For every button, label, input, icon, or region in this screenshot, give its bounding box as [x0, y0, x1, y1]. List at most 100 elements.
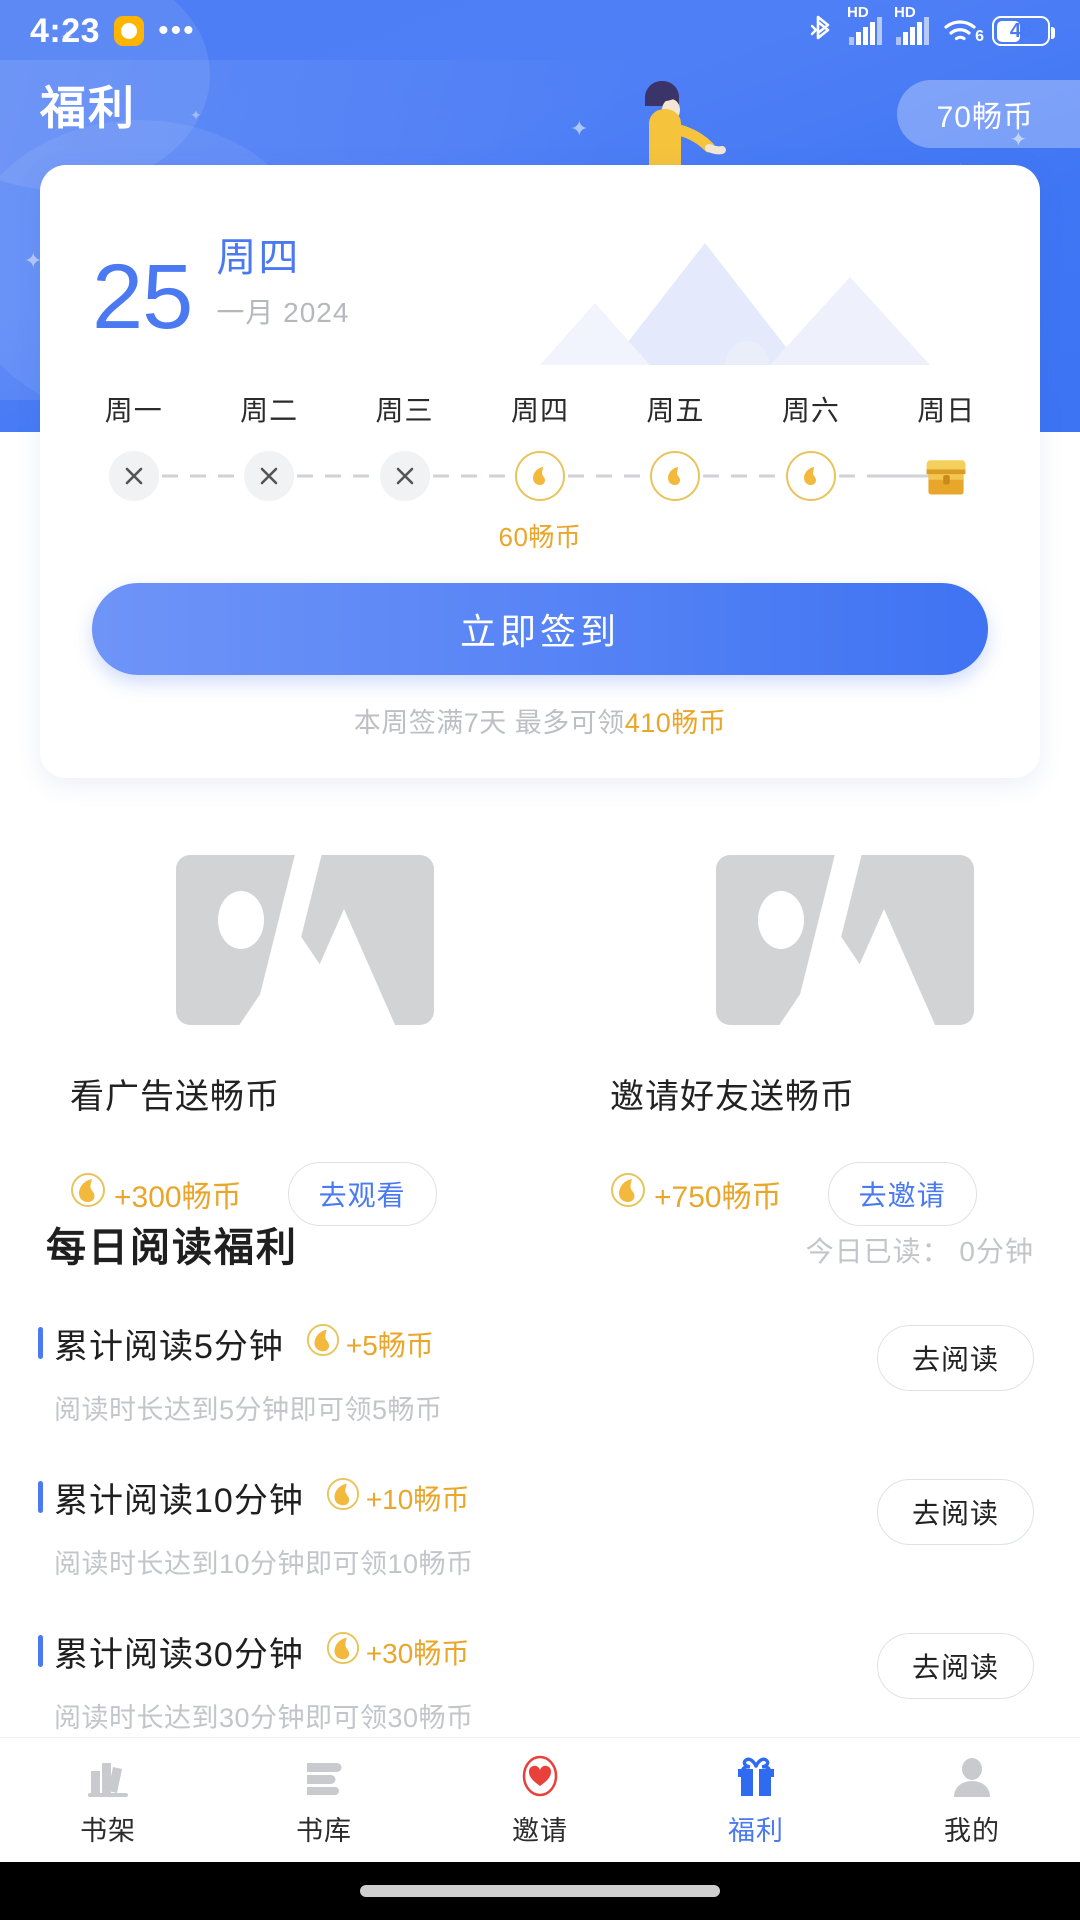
wifi-generation-label: 6	[975, 28, 984, 45]
status-bar-clock: 4:23	[30, 11, 101, 50]
accent-bar	[38, 1481, 43, 1513]
reading-task-head: 累计阅读30分钟 +30畅币	[54, 1627, 474, 1676]
coin-icon	[785, 451, 836, 501]
nav-label: 书库	[296, 1815, 352, 1846]
close-icon	[379, 451, 430, 501]
nav-item-bookshelf[interactable]: 书架	[0, 1753, 216, 1848]
week-day-cell[interactable]: 周日	[878, 389, 1014, 549]
date-weekday: 周四	[216, 236, 301, 280]
coin-balance-label: 70畅币	[936, 101, 1034, 134]
coin-balance-pill[interactable]: 70畅币	[896, 80, 1080, 148]
promo-title: 看广告送畅币	[70, 1078, 280, 1116]
week-day-reward: 60畅币	[498, 522, 582, 552]
week-day-label: 周五	[646, 395, 705, 426]
reading-task-button[interactable]: 去阅读	[876, 1325, 1034, 1391]
promo-reward-label: +750畅币	[654, 1181, 782, 1214]
daily-reading-section: 每日阅读福利 今日已读： 0分钟 累计阅读5分钟 +5畅币 阅读时长达到5分钟即…	[0, 1215, 1080, 1735]
accent-bar	[38, 1327, 43, 1359]
reading-task-info: 累计阅读10分钟 +10畅币 阅读时长达到10分钟即可领10畅币	[38, 1473, 474, 1581]
daily-progress-label: 今日已读： 0分钟	[805, 1236, 1034, 1267]
reading-task-button[interactable]: 去阅读	[876, 1633, 1034, 1699]
reading-task-name: 累计阅读10分钟	[54, 1482, 304, 1520]
reading-task-desc: 阅读时长达到30分钟即可领30畅币	[54, 1703, 474, 1733]
coin-icon	[514, 451, 565, 501]
home-indicator[interactable]	[360, 1885, 720, 1897]
reading-task-name: 累计阅读30分钟	[54, 1636, 304, 1674]
signin-button-label: 立即签到	[459, 611, 620, 652]
status-bar-left: 4:23 •••	[30, 12, 196, 51]
hd-signal-icon: HD	[894, 4, 930, 45]
date-detail: 周四 一月 2024	[216, 225, 349, 337]
promo-title: 邀请好友送畅币	[610, 1078, 855, 1116]
nav-item-profile[interactable]: 我的	[864, 1753, 1080, 1848]
date-month-year: 一月 2024	[216, 297, 350, 328]
image-placeholder-icon	[176, 855, 434, 1025]
week-day-icon-row	[66, 449, 270, 503]
reading-task-button-label: 去阅读	[911, 1652, 999, 1683]
week-day-cell[interactable]: 周三	[337, 389, 540, 549]
coin-icon	[610, 1172, 646, 1216]
promo-card-ad[interactable]: 看广告送畅币 +300畅币 去观看	[0, 855, 540, 1226]
heart-invite-icon	[517, 1753, 563, 1799]
signin-hint-highlight: 410畅币	[624, 708, 727, 738]
treasure-chest-icon	[921, 451, 971, 501]
coin-icon	[306, 1323, 340, 1364]
status-bar-right: HD HD 6 48	[810, 4, 1055, 47]
week-day-cell[interactable]: 周四 60畅币	[472, 389, 676, 552]
signin-button[interactable]: 立即签到	[92, 583, 988, 675]
reading-task-desc: 阅读时长达到5分钟即可领5畅币	[54, 1395, 443, 1425]
week-day-label: 周三	[375, 395, 434, 426]
nav-item-invite[interactable]: 邀请	[432, 1753, 648, 1848]
signin-hint-prefix: 本周签满7天 最多可领	[353, 708, 625, 738]
reading-task-desc: 阅读时长达到10分钟即可领10畅币	[54, 1549, 474, 1579]
reading-task-reward: +30畅币	[326, 1631, 470, 1672]
reading-task-button-label: 去阅读	[911, 1498, 999, 1529]
reading-task-name: 累计阅读5分钟	[54, 1328, 284, 1366]
gift-icon	[733, 1753, 779, 1799]
reading-task-head: 累计阅读10分钟 +10畅币	[54, 1473, 474, 1522]
coin-icon	[70, 1172, 106, 1216]
sparkle-icon: ✦	[570, 116, 589, 141]
sparkle-icon: ✦	[190, 107, 202, 123]
reading-task-button-label: 去阅读	[911, 1344, 999, 1375]
promo-row: 看广告送畅币 +300畅币 去观看 邀请好友送畅币 +750畅币 去邀请	[0, 855, 1080, 1226]
notification-badge-icon	[114, 16, 145, 46]
reading-task-info: 累计阅读5分钟 +5畅币 阅读时长达到5分钟即可领5畅币	[38, 1319, 443, 1427]
promo-action-label: 去观看	[318, 1180, 406, 1211]
ellipsis-icon: •••	[158, 14, 196, 47]
reading-task-row: 累计阅读5分钟 +5畅币 阅读时长达到5分钟即可领5畅币 去阅读	[0, 1273, 1080, 1427]
reading-task-reward: +10畅币	[326, 1477, 470, 1518]
date-block: 25 周四 一月 2024	[40, 165, 1040, 343]
accent-bar	[38, 1635, 43, 1667]
reading-task-reward-label: +30畅币	[365, 1637, 470, 1669]
battery-icon: 48	[992, 16, 1055, 46]
nav-item-library[interactable]: 书库	[216, 1753, 432, 1848]
image-placeholder-icon	[716, 855, 974, 1025]
reading-task-info: 累计阅读30分钟 +30畅币 阅读时长达到30分钟即可领30畅币	[38, 1627, 474, 1735]
week-day-label: 周二	[240, 395, 299, 426]
battery-level-label: 48	[1009, 19, 1033, 42]
nav-label: 福利	[728, 1815, 784, 1846]
week-day-icon-row	[878, 449, 1014, 503]
reading-task-reward-label: +5畅币	[345, 1329, 434, 1361]
bluetooth-icon	[810, 15, 836, 47]
reading-task-row: 累计阅读30分钟 +30畅币 阅读时长达到30分钟即可领30畅币 去阅读	[0, 1581, 1080, 1735]
page-title: 福利	[40, 82, 136, 134]
reading-task-reward-label: +10畅币	[365, 1483, 470, 1515]
section-title: 每日阅读福利	[46, 1226, 298, 1270]
promo-card-invite[interactable]: 邀请好友送畅币 +750畅币 去邀请	[540, 855, 1080, 1226]
wifi-icon: 6	[943, 17, 984, 45]
coin-icon	[326, 1631, 360, 1672]
week-day-cell[interactable]: 周一	[66, 389, 270, 549]
reading-task-button[interactable]: 去阅读	[876, 1479, 1034, 1545]
week-day-cell[interactable]: 周二	[201, 389, 405, 549]
promo-reward-label: +300畅币	[114, 1181, 242, 1214]
week-day-cell[interactable]: 周五	[608, 389, 811, 549]
close-icon	[108, 451, 159, 501]
nav-item-welfare[interactable]: 福利	[648, 1753, 864, 1848]
signin-card: 25 周四 一月 2024 周一 周二 周三 周四 60畅币 周五 周六 周日 …	[40, 165, 1040, 778]
daily-reading-header: 每日阅读福利 今日已读： 0分钟	[0, 1215, 1080, 1273]
week-day-cell[interactable]: 周六	[743, 389, 947, 549]
week-day-label: 周日	[917, 395, 976, 426]
coin-icon	[650, 451, 701, 501]
